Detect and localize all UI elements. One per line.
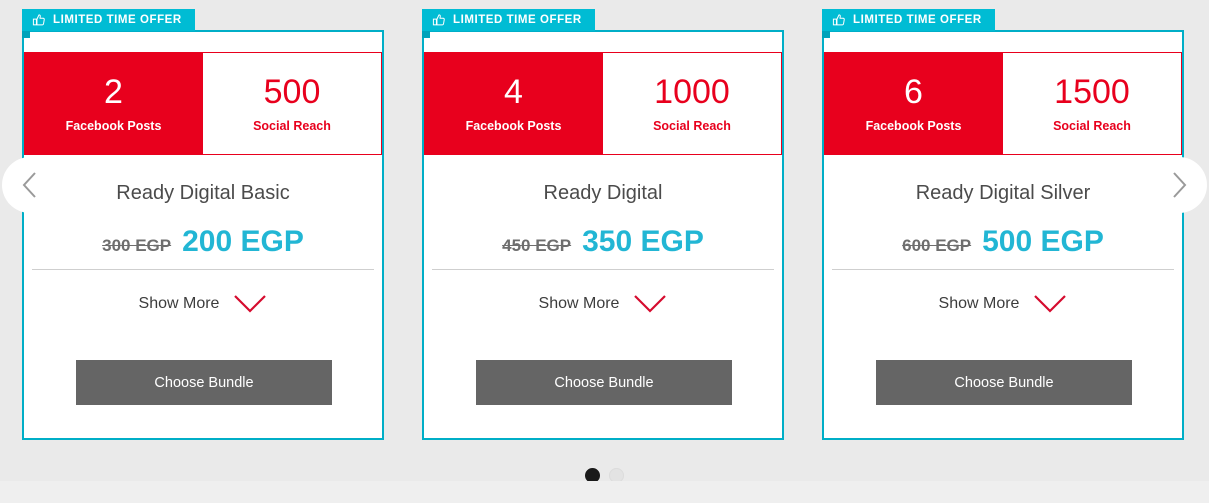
- chevron-down-icon: [1034, 295, 1067, 313]
- limited-time-offer-ribbon: LIMITED TIME OFFER: [422, 9, 595, 38]
- stat-value: 500: [263, 72, 321, 111]
- stat-social-reach: 1000 Social Reach: [603, 52, 782, 155]
- ribbon-label: LIMITED TIME OFFER: [53, 14, 182, 26]
- thumbs-up-icon: [432, 14, 445, 26]
- price-original: 300 EGP: [102, 236, 172, 255]
- price-discounted: 200 EGP: [182, 225, 304, 258]
- choose-bundle-button[interactable]: Choose Bundle: [76, 360, 332, 405]
- carousel-prev-button[interactable]: [2, 157, 58, 213]
- thumbs-up-icon: [32, 14, 45, 26]
- show-more-label: Show More: [138, 295, 220, 312]
- stat-facebook-posts: 2 Facebook Posts: [24, 52, 203, 155]
- stat-facebook-posts: 4 Facebook Posts: [424, 52, 603, 155]
- stat-label: Facebook Posts: [865, 118, 962, 133]
- show-more-label: Show More: [538, 295, 620, 312]
- page-bottom-strip: [0, 481, 1209, 503]
- price-original: 600 EGP: [902, 236, 972, 255]
- show-more-toggle[interactable]: Show More: [424, 294, 782, 314]
- price-original: 450 EGP: [502, 236, 572, 255]
- pricing-card[interactable]: 4 Facebook Posts 1000 Social Reach Ready…: [422, 30, 784, 440]
- card-stats-header: 2 Facebook Posts 500 Social Reach: [24, 52, 382, 155]
- chevron-left-icon: [22, 172, 36, 198]
- stat-value: 4: [504, 72, 523, 111]
- show-more-toggle[interactable]: Show More: [24, 294, 382, 314]
- choose-bundle-button[interactable]: Choose Bundle: [476, 360, 732, 405]
- pricing-cards-track: 2 Facebook Posts 500 Social Reach Ready …: [0, 0, 1209, 460]
- stat-value: 1000: [654, 72, 730, 111]
- plan-title: Ready Digital Basic: [116, 182, 290, 204]
- ribbon-label: LIMITED TIME OFFER: [453, 14, 582, 26]
- price-discounted: 500 EGP: [982, 225, 1104, 258]
- show-more-label: Show More: [938, 295, 1020, 312]
- plan-title: Ready Digital: [543, 182, 663, 204]
- price-row: 300 EGP 200 EGP: [24, 225, 382, 259]
- stat-label: Facebook Posts: [465, 118, 562, 133]
- stat-label: Social Reach: [1053, 118, 1131, 133]
- pricing-carousel: 2 Facebook Posts 500 Social Reach Ready …: [0, 0, 1209, 460]
- stat-social-reach: 500 Social Reach: [203, 52, 382, 155]
- card-divider: [432, 269, 774, 270]
- price-row: 600 EGP 500 EGP: [824, 225, 1182, 259]
- limited-time-offer-ribbon: LIMITED TIME OFFER: [822, 9, 995, 38]
- chevron-down-icon: [234, 295, 267, 313]
- stat-value: 1500: [1054, 72, 1130, 111]
- choose-bundle-button[interactable]: Choose Bundle: [876, 360, 1132, 405]
- chevron-down-icon: [634, 295, 667, 313]
- limited-time-offer-ribbon: LIMITED TIME OFFER: [22, 9, 195, 38]
- price-discounted: 350 EGP: [582, 225, 704, 258]
- stat-label: Social Reach: [653, 118, 731, 133]
- show-more-toggle[interactable]: Show More: [824, 294, 1182, 314]
- thumbs-up-icon: [832, 14, 845, 26]
- pricing-card[interactable]: 2 Facebook Posts 500 Social Reach Ready …: [22, 30, 384, 440]
- plan-title: Ready Digital Silver: [915, 182, 1091, 204]
- card-stats-header: 4 Facebook Posts 1000 Social Reach: [424, 52, 782, 155]
- stat-social-reach: 1500 Social Reach: [1003, 52, 1182, 155]
- stat-value: 6: [904, 72, 923, 111]
- pricing-card[interactable]: 6 Facebook Posts 1500 Social Reach Ready…: [822, 30, 1184, 440]
- carousel-next-button[interactable]: [1151, 157, 1207, 213]
- stat-value: 2: [104, 72, 123, 111]
- stat-label: Social Reach: [253, 118, 331, 133]
- price-row: 450 EGP 350 EGP: [424, 225, 782, 259]
- ribbon-label: LIMITED TIME OFFER: [853, 14, 982, 26]
- card-stats-header: 6 Facebook Posts 1500 Social Reach: [824, 52, 1182, 155]
- stat-facebook-posts: 6 Facebook Posts: [824, 52, 1003, 155]
- stat-label: Facebook Posts: [65, 118, 162, 133]
- chevron-right-icon: [1173, 172, 1187, 198]
- card-divider: [32, 269, 374, 270]
- card-divider: [832, 269, 1174, 270]
